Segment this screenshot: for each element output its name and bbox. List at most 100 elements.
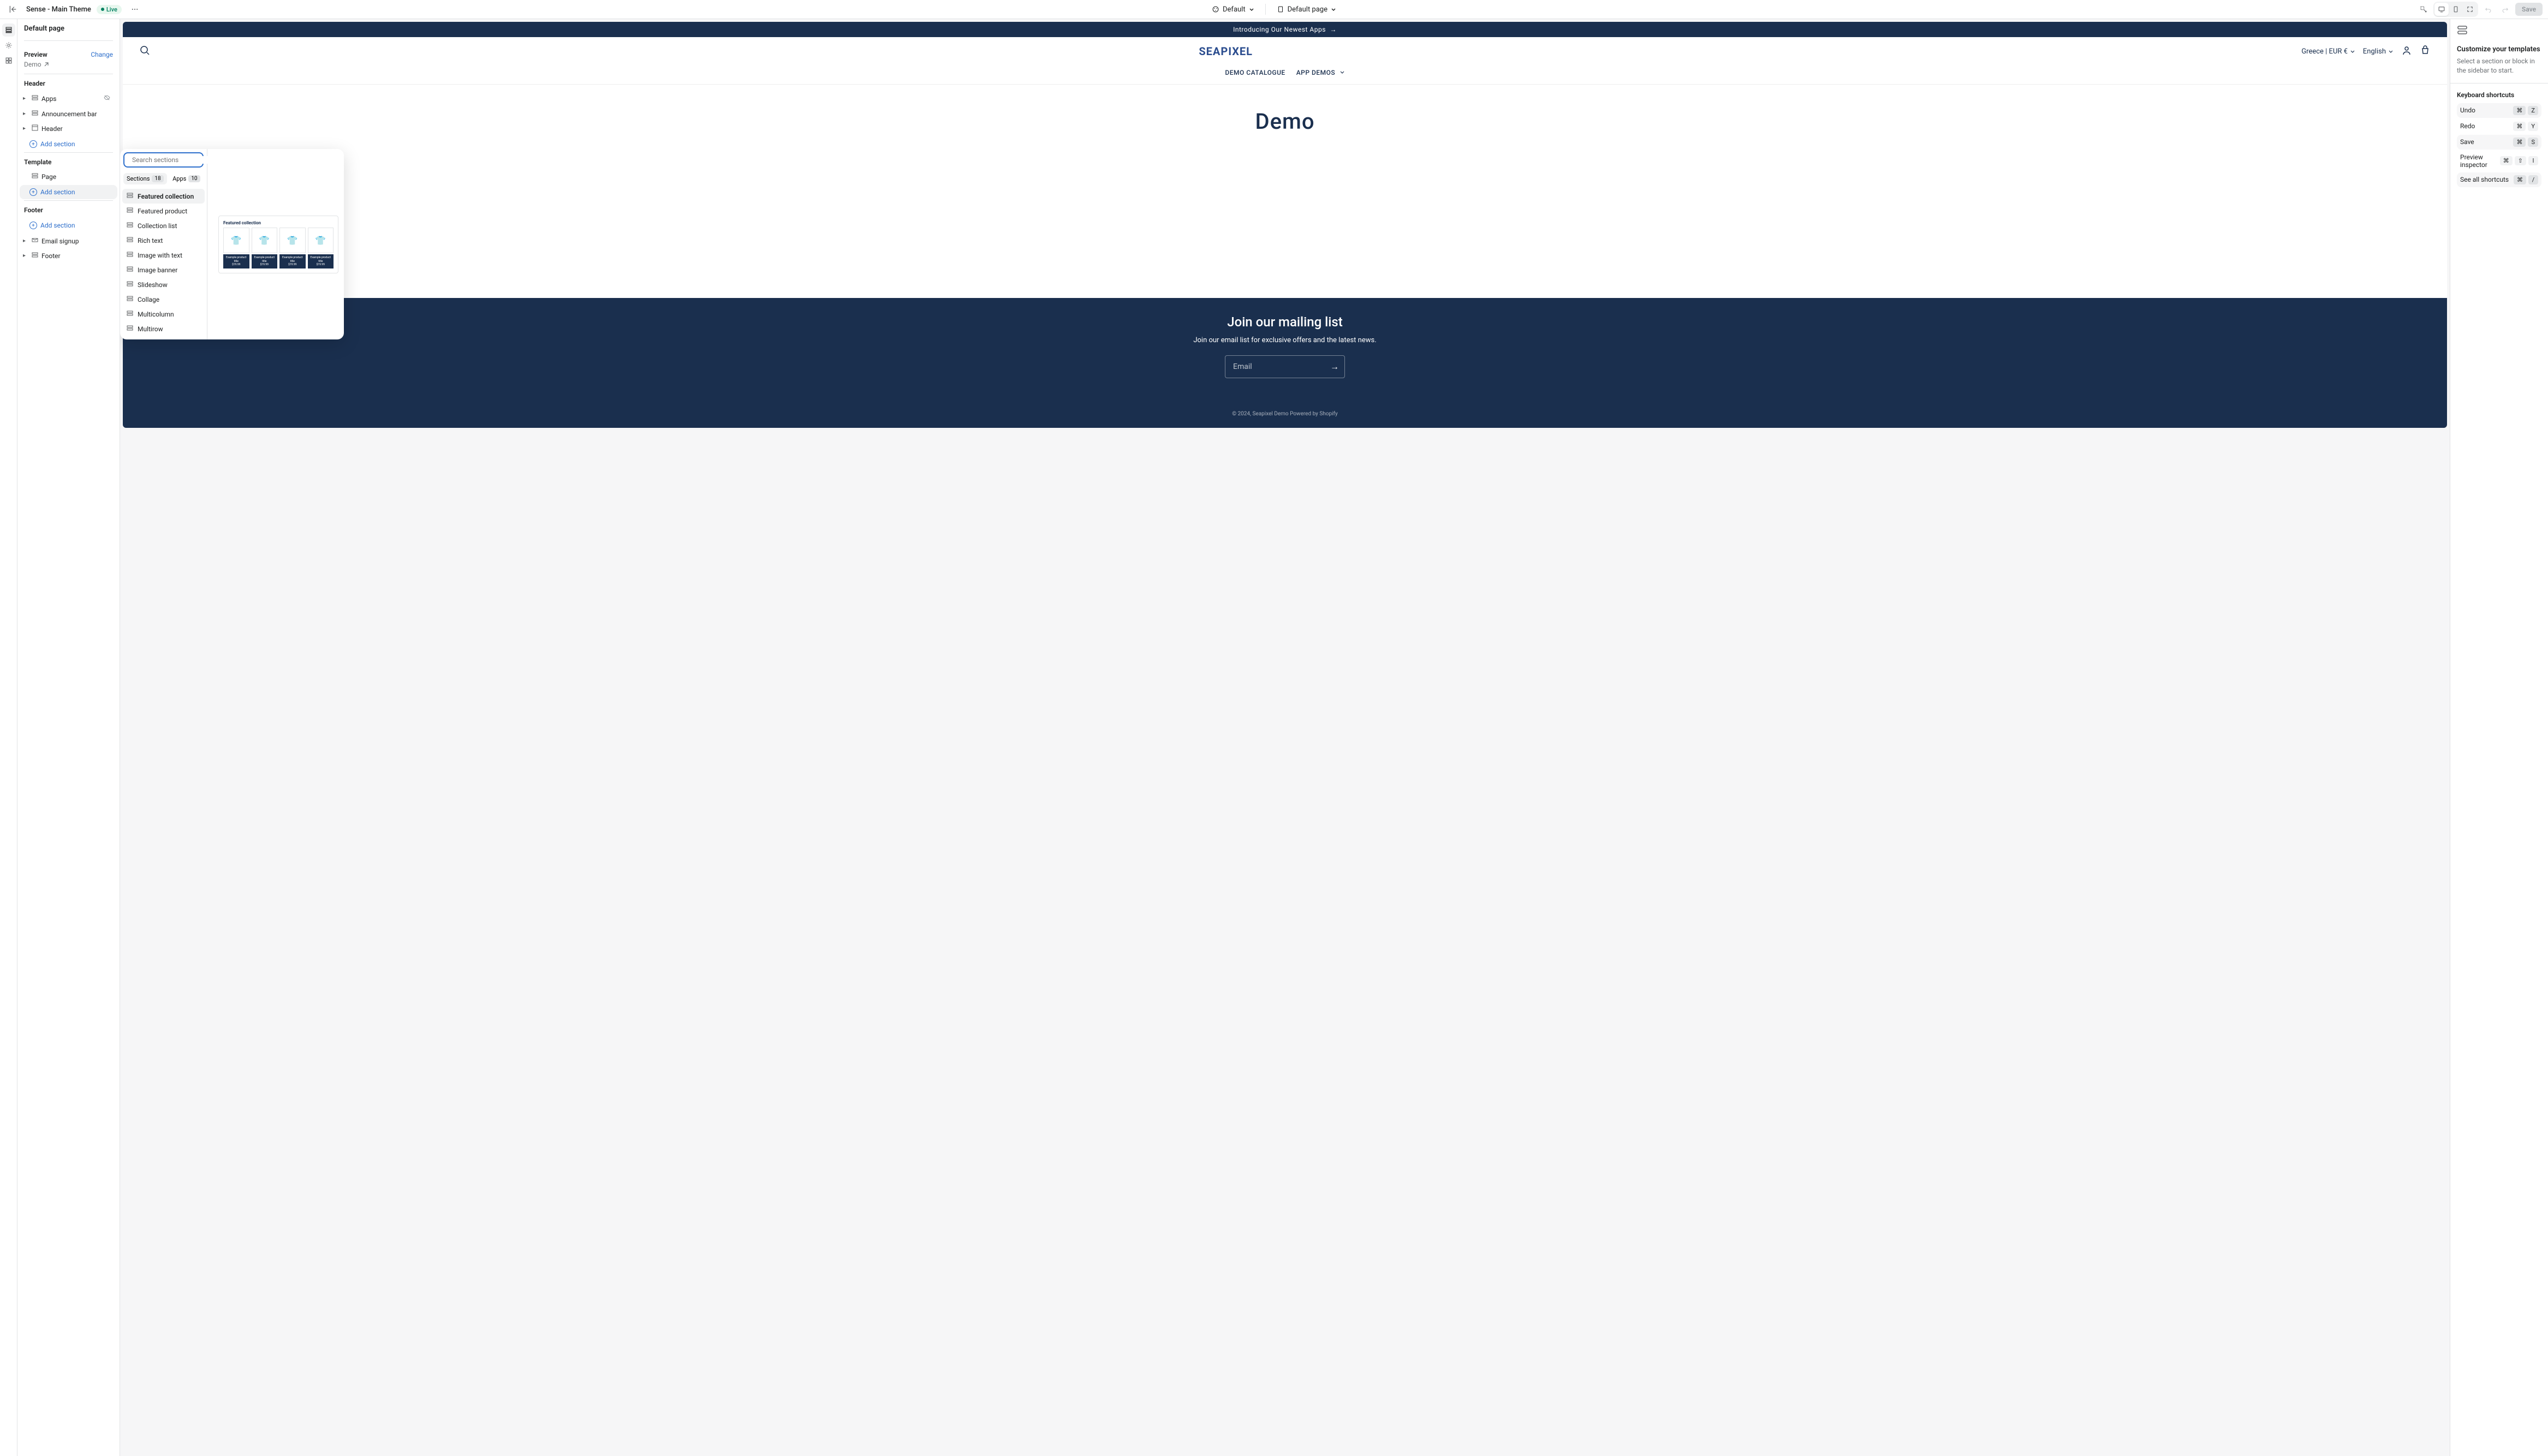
demo-preview-link[interactable]: Demo [24, 61, 113, 68]
submit-arrow-icon[interactable]: → [1330, 361, 1339, 372]
plus-icon: + [29, 188, 37, 196]
change-link[interactable]: Change [91, 51, 113, 58]
add-section-template[interactable]: + Add section [20, 185, 117, 199]
top-bar: Sense - Main Theme Live Default Default … [0, 0, 2548, 19]
tab-sections[interactable]: Sections 18 [123, 173, 167, 184]
section-search[interactable] [123, 152, 204, 168]
section-icon [32, 172, 39, 181]
shortcut-row: Save⌘S [2457, 135, 2541, 150]
picker-item[interactable]: Slideshow [122, 277, 205, 292]
desktop-button[interactable] [2434, 3, 2449, 16]
email-signup-input[interactable]: → [1225, 355, 1345, 378]
key: I [2528, 156, 2538, 165]
mobile-button[interactable] [2449, 3, 2463, 16]
tree-item-footer[interactable]: ▸ Footer [20, 248, 117, 263]
redo-button[interactable] [2498, 2, 2513, 17]
tree-item-announcement[interactable]: ▸ Announcement bar [20, 106, 117, 121]
section-icon [32, 252, 39, 260]
nav-catalogue[interactable]: DEMO CATALOGUE [1225, 69, 1285, 76]
picker-item[interactable]: Collapsible content [122, 336, 205, 339]
picker-item[interactable]: Featured product [122, 204, 205, 218]
fullscreen-button[interactable] [2463, 3, 2477, 16]
section-list[interactable]: Featured collectionFeatured productColle… [120, 187, 207, 339]
nav-app-demos[interactable]: APP DEMOS [1296, 69, 1345, 76]
shortcut-label: Redo [2460, 122, 2475, 130]
picker-item[interactable]: Rich text [122, 233, 205, 248]
header-group-title: Header [17, 74, 120, 91]
chevron-down-icon [1340, 69, 1345, 75]
locale-selector[interactable]: Greece | EUR € [2301, 47, 2355, 56]
settings-rail-button[interactable] [2, 39, 15, 52]
add-section-header[interactable]: + Add section [20, 137, 117, 151]
key: Y [2528, 122, 2538, 131]
exit-button[interactable] [5, 2, 21, 17]
footer-subtitle: Join our email list for exclusive offers… [123, 336, 2447, 344]
apps-rail-button[interactable] [2, 54, 15, 67]
more-button[interactable] [127, 2, 142, 17]
picker-item[interactable]: Collection list [122, 218, 205, 233]
template-icon [2457, 27, 2468, 38]
chevron-down-icon [1249, 7, 1254, 12]
tree-item-header[interactable]: ▸ Header [20, 121, 117, 136]
key: ⌘ [2500, 156, 2513, 165]
shortcut-row: See all shortcuts⌘/ [2457, 172, 2541, 187]
chevron-right-icon: ▸ [23, 111, 29, 117]
key: Z [2528, 106, 2538, 115]
picker-item[interactable]: Image with text [122, 248, 205, 262]
shortcut-row: Redo⌘Y [2457, 119, 2541, 134]
preview-product: 👕 Example product title$19.99 [308, 228, 334, 268]
theme-name: Sense - Main Theme [26, 5, 91, 14]
key: ⇧ [2515, 156, 2526, 165]
footer-group-title: Footer [17, 201, 120, 217]
key: / [2528, 175, 2538, 184]
tree-item-page[interactable]: Page [20, 169, 117, 184]
picker-item[interactable]: Collage [122, 292, 205, 307]
section-icon [127, 236, 133, 244]
search-input[interactable] [132, 156, 217, 164]
section-icon [127, 310, 133, 318]
picker-item[interactable]: Featured collection [122, 189, 205, 204]
style-dropdown[interactable]: Default [1207, 3, 1259, 16]
tree-item-email-signup[interactable]: ▸ Email signup [20, 234, 117, 248]
picker-item[interactable]: Multirow [122, 321, 205, 336]
section-icon [127, 192, 133, 200]
tab-apps[interactable]: Apps 10 [169, 173, 204, 184]
chevron-right-icon: ▸ [23, 238, 29, 244]
shortcut-label: Undo [2460, 106, 2475, 114]
live-badge: Live [97, 5, 122, 14]
canvas-area: Introducing Our Newest Apps → SEAPIXEL G… [120, 19, 2450, 1456]
save-button[interactable]: Save [2515, 3, 2543, 16]
left-sidebar: Default page Preview Change Demo Header … [17, 19, 120, 1456]
picker-item[interactable]: Image banner [122, 262, 205, 277]
template-group-title: Template [17, 153, 120, 169]
section-icon [127, 222, 133, 230]
section-icon [127, 251, 133, 259]
page-dropdown[interactable]: Default page [1272, 3, 1341, 16]
search-icon[interactable] [139, 45, 150, 58]
email-field[interactable] [1233, 362, 1330, 371]
shortcut-label: Save [2460, 138, 2474, 146]
tree-item-apps[interactable]: ▸ Apps [20, 91, 117, 106]
add-section-footer[interactable]: + Add section [20, 218, 117, 232]
hidden-icon[interactable] [103, 94, 111, 103]
undo-button[interactable] [2480, 2, 2496, 17]
chevron-down-icon [2388, 49, 2394, 54]
right-subtitle: Select a section or block in the sidebar… [2457, 57, 2541, 75]
inspector-button[interactable] [2416, 2, 2431, 17]
language-selector[interactable]: English [2363, 47, 2394, 56]
left-rail [0, 19, 17, 1456]
sections-rail-button[interactable] [2, 23, 15, 37]
section-icon [127, 325, 133, 333]
picker-item[interactable]: Multicolumn [122, 307, 205, 321]
email-section-icon [32, 237, 39, 245]
section-icon [32, 94, 39, 103]
account-icon[interactable] [2401, 45, 2412, 58]
store-logo[interactable]: SEAPIXEL [1199, 45, 1253, 58]
page-heading: Demo [123, 85, 2447, 298]
section-icon [127, 295, 133, 303]
cart-icon[interactable] [2420, 45, 2431, 58]
store-footer: Join our mailing list Join our email lis… [123, 298, 2447, 428]
announcement-bar[interactable]: Introducing Our Newest Apps → [123, 22, 2447, 37]
plus-icon: + [29, 222, 37, 229]
key: ⌘ [2513, 138, 2526, 147]
